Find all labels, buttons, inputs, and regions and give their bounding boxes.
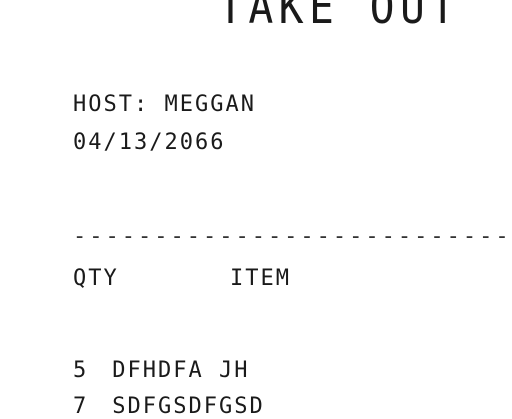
list-item: 5 DFHDFA JH [73,358,249,383]
receipt: TAKE OUT HOST: MEGGAN 04/13/2066 -------… [0,0,512,419]
item-qty: 5 [73,358,89,383]
host-line: HOST: MEGGAN [73,92,256,117]
divider-line: ---------------------------- [73,224,512,249]
item-column-header: ITEM [230,266,291,291]
item-name: DFHDFA JH [112,358,250,383]
item-qty: 7 [73,394,89,419]
receipt-title: TAKE OUT [218,0,461,34]
list-item: 7 SDFGSDFGSD [73,394,265,419]
date-line: 04/13/2066 [73,130,226,155]
qty-column-header: QTY [73,266,119,291]
item-name: SDFGSDFGSD [112,394,265,419]
